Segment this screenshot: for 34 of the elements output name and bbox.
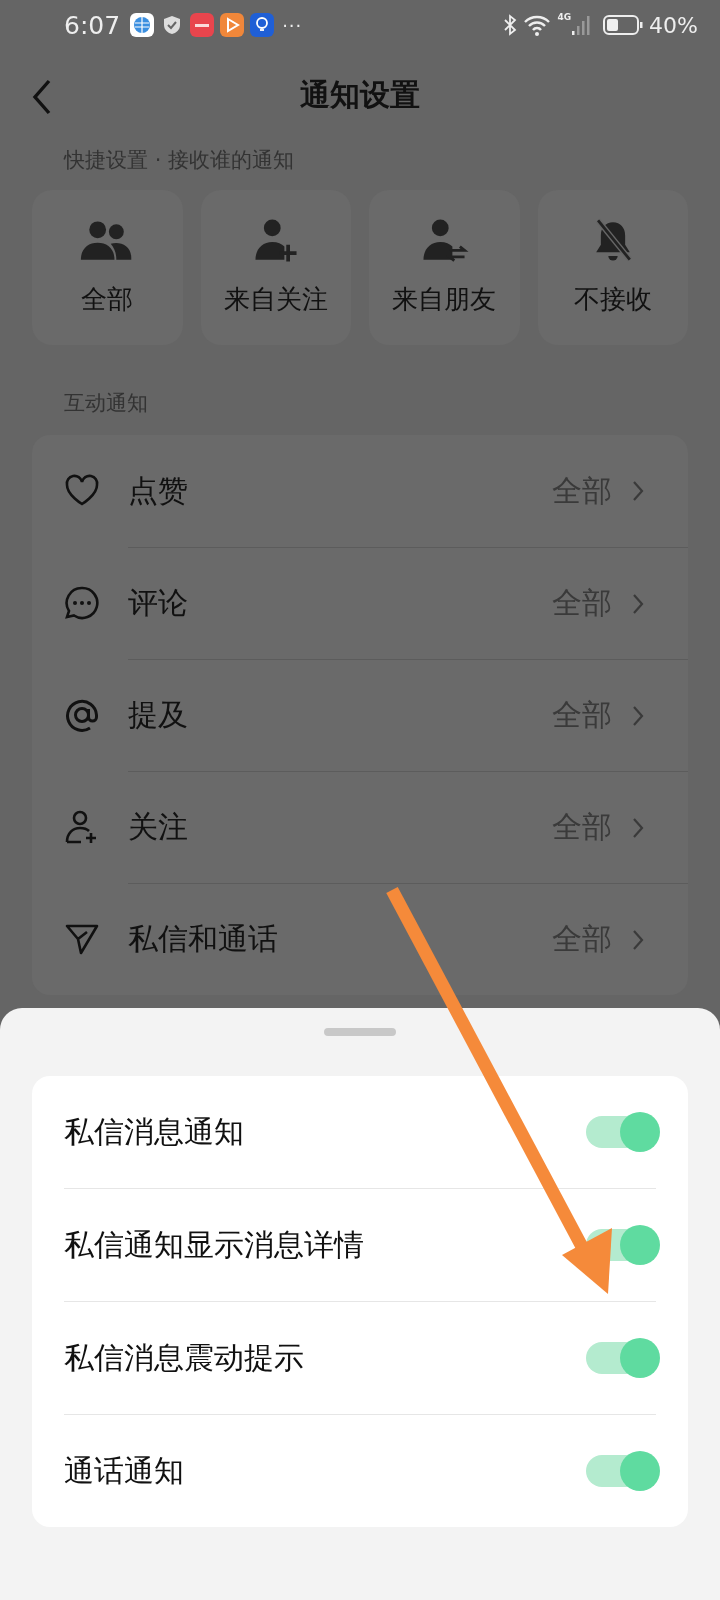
chevron-right-icon xyxy=(632,592,644,615)
play-app-icon xyxy=(220,13,245,37)
network-type: 4G xyxy=(557,12,572,22)
drag-handle[interactable] xyxy=(324,1028,396,1036)
chat-bubble-icon xyxy=(64,585,100,621)
chevron-right-icon xyxy=(632,816,644,839)
toggle-label: 通话通知 xyxy=(64,1451,185,1490)
bluetooth-icon xyxy=(503,13,518,37)
row-label: 私信和通话 xyxy=(128,920,279,958)
battery-percent: 40% xyxy=(649,12,698,38)
row-label: 点赞 xyxy=(128,471,189,510)
page-title: 通知设置 xyxy=(300,75,420,114)
quick-option[interactable]: 不接收 xyxy=(537,190,688,345)
battery-icon xyxy=(603,14,644,36)
globe-app-icon xyxy=(130,13,155,37)
chevron-right-icon xyxy=(632,928,644,951)
store-app-icon xyxy=(190,13,215,37)
status-time: 6:07 xyxy=(64,10,121,40)
row-label: 评论 xyxy=(128,584,189,622)
toggle-label: 私信消息通知 xyxy=(64,1112,245,1151)
chevron-right-icon xyxy=(632,480,644,502)
wifi-icon xyxy=(523,13,552,37)
signal-icon xyxy=(571,13,592,37)
row-label: 提及 xyxy=(128,696,189,734)
chevron-right-icon xyxy=(632,704,644,727)
more-notifications: ··· xyxy=(282,14,303,36)
quick-option[interactable]: 来自关注 xyxy=(200,190,351,345)
lightbulb-app-icon xyxy=(250,13,275,37)
at-sign-icon xyxy=(64,697,100,733)
quick-option[interactable]: 来自朋友 xyxy=(369,190,520,345)
quick-option[interactable]: 全部 xyxy=(32,190,183,345)
toggle-label: 私信通知显示消息详情 xyxy=(64,1225,365,1264)
toggle-label: 私信消息震动提示 xyxy=(64,1338,305,1377)
row-label: 关注 xyxy=(128,808,189,846)
